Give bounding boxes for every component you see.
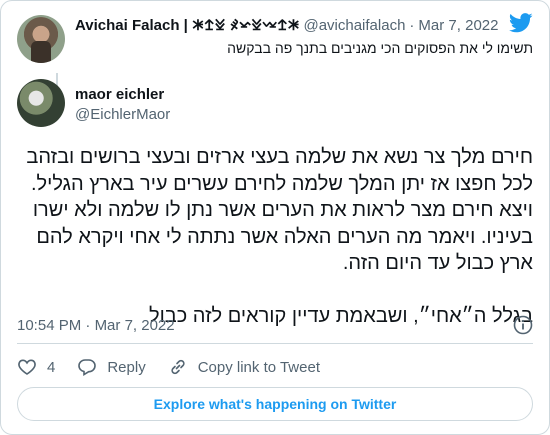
avatar[interactable]: [17, 15, 65, 63]
parent-tweet[interactable]: Avichai Falach | 𐠁𐠊𐠈𐠃𐠏𐠋 𐠃𐠊𐠁 @avichaifala…: [17, 11, 533, 89]
tweet-actions: 4 Reply Copy link to Tweet: [17, 355, 342, 379]
tweet-time: 10:54 PM: [17, 317, 82, 334]
reply-bubble-icon: [78, 359, 97, 377]
author-name[interactable]: maor eichler: [75, 86, 164, 103]
divider: [17, 343, 533, 344]
explore-twitter-button[interactable]: Explore what's happening on Twitter: [17, 387, 533, 421]
link-icon: [171, 359, 185, 375]
separator-dot: ·: [85, 317, 91, 334]
tweet-date[interactable]: Mar 7, 2022: [418, 17, 498, 34]
copy-link-label: Copy link to Tweet: [197, 358, 320, 376]
heart-icon: [18, 359, 36, 375]
reply-button[interactable]: Reply: [77, 357, 146, 377]
author-name[interactable]: Avichai Falach | 𐠁𐠊𐠈𐠃𐠏𐠋 𐠃𐠊𐠁: [75, 15, 299, 35]
like-count: 4: [47, 358, 56, 376]
parent-tweet-text: תשימו לי את הפסוקים הכי מגניבים בתנך פה …: [227, 40, 533, 56]
separator-dot: ·: [409, 16, 415, 34]
main-tweet-header: maor eichler @EichlerMaor: [17, 79, 517, 131]
main-tweet-text: חירם מלך צר נשא את שלמה בעצי ארזים ובעצי…: [17, 144, 533, 329]
avatar[interactable]: [17, 79, 65, 127]
tweet-paragraph: חירם מלך צר נשא את שלמה בעצי ארזים ובעצי…: [26, 146, 533, 274]
tweet-date: Mar 7, 2022: [94, 317, 175, 334]
copy-link-button[interactable]: Copy link to Tweet: [168, 357, 320, 377]
author-handle[interactable]: @EichlerMaor: [75, 106, 170, 123]
parent-tweet-header: Avichai Falach | 𐠁𐠊𐠈𐠃𐠏𐠋 𐠃𐠊𐠁 @avichaifala…: [75, 15, 533, 35]
like-button[interactable]: 4: [17, 357, 55, 377]
author-handle[interactable]: @avichaifalach: [303, 17, 405, 34]
tweet-embed-card: Avichai Falach | 𐠁𐠊𐠈𐠃𐠏𐠋 𐠃𐠊𐠁 @avichaifala…: [0, 0, 550, 435]
tweet-timestamp[interactable]: 10:54 PM · Mar 7, 2022: [17, 317, 175, 334]
twitter-bird-icon[interactable]: [509, 13, 533, 33]
info-icon[interactable]: [513, 315, 533, 335]
reply-label: Reply: [107, 358, 146, 376]
